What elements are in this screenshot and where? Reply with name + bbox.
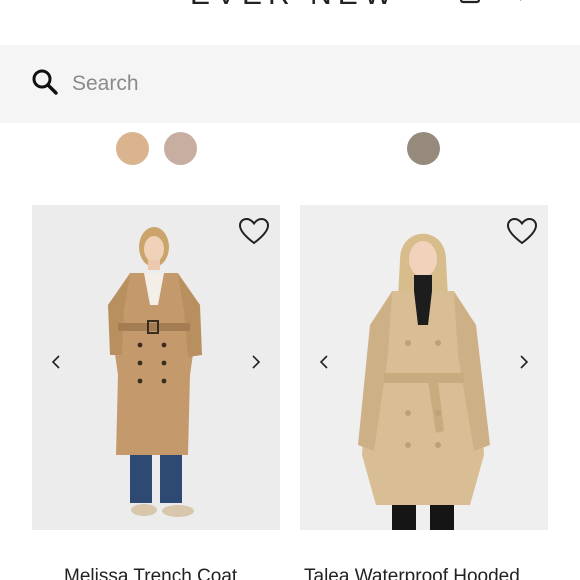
color-swatch-stone[interactable] (407, 132, 440, 165)
heart-icon[interactable] (506, 217, 538, 245)
chevron-left-icon[interactable] (316, 353, 334, 371)
product-image[interactable] (32, 205, 280, 530)
search-input[interactable] (72, 69, 532, 99)
search-icon[interactable] (30, 67, 60, 97)
product-title[interactable]: Melissa Trench Coat (64, 566, 274, 580)
shopping-bag-icon[interactable] (458, 0, 482, 11)
menu-icon[interactable] (516, 0, 536, 11)
product-card-2[interactable] (300, 205, 548, 530)
chevron-right-icon[interactable] (514, 353, 532, 371)
color-swatch-camel[interactable] (116, 132, 149, 165)
top-bar: EVER NEW (0, 0, 580, 44)
search-bar (0, 45, 580, 123)
chevron-left-icon[interactable] (48, 353, 66, 371)
heart-icon[interactable] (238, 217, 270, 245)
product-title[interactable]: Talea Waterproof Hooded (304, 566, 580, 580)
brand-logo[interactable]: EVER NEW (190, 0, 398, 12)
chevron-right-icon[interactable] (246, 353, 264, 371)
color-swatch-taupe[interactable] (164, 132, 197, 165)
product-card-1[interactable] (32, 205, 280, 530)
product-image[interactable] (300, 205, 548, 530)
